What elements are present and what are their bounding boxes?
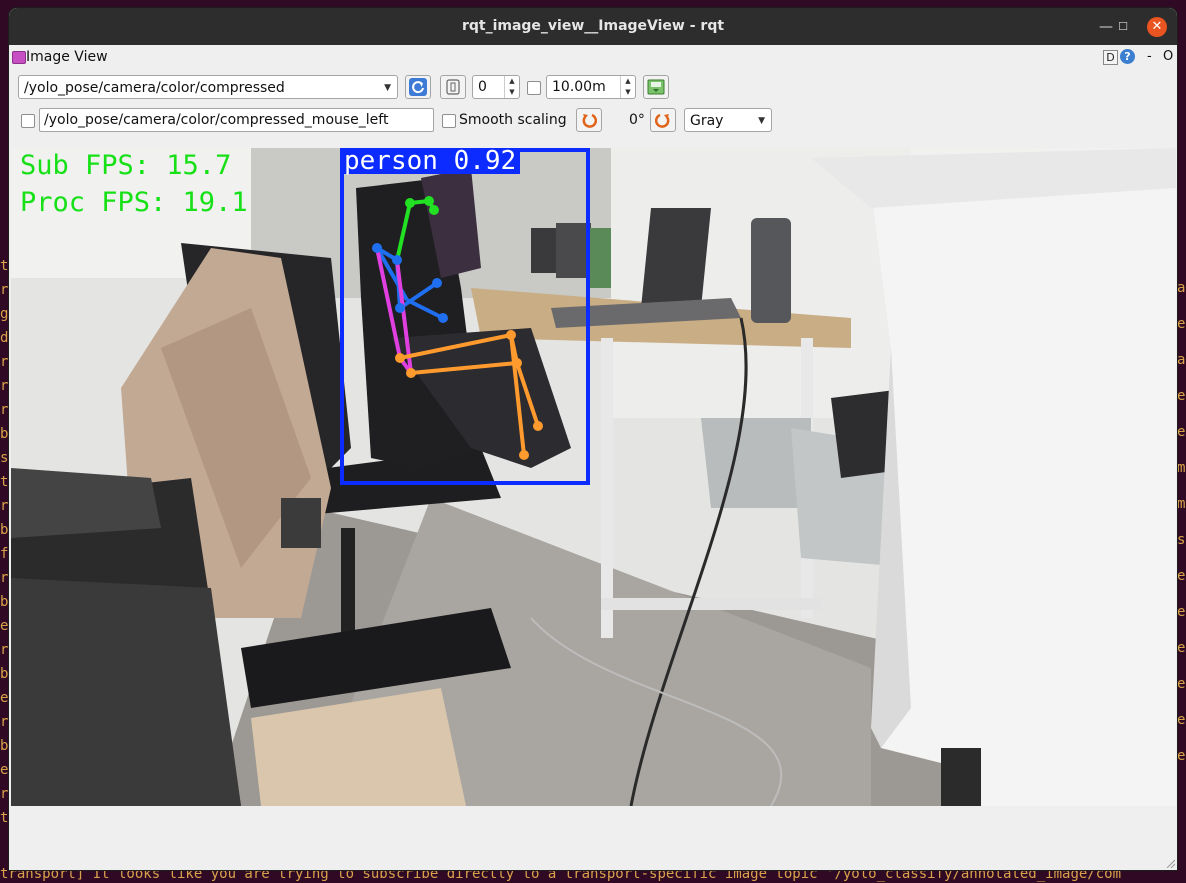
- rotate-left-icon: [582, 113, 597, 128]
- skeleton-leg-line: [410, 361, 518, 375]
- refresh-icon: [409, 78, 427, 96]
- terminal-text-fragment: e: [0, 762, 9, 778]
- spin-input-value: 0: [478, 79, 487, 95]
- mouse-topic-field[interactable]: /yolo_pose/camera/color/compressed_mouse…: [39, 108, 434, 132]
- camera-image[interactable]: Sub FPS: 15.7 Proc FPS: 19.1 person 0.92: [11, 148, 1176, 806]
- terminal-text-fragment: e: [1177, 424, 1186, 440]
- smooth-scaling-checkbox[interactable]: [442, 114, 456, 128]
- image-view-icon: [12, 51, 26, 64]
- dock-minimize-button[interactable]: -: [1147, 49, 1152, 64]
- title-bar[interactable]: rqt_image_view__ImageView - rqt — ☐ ✕: [9, 8, 1177, 45]
- keypoint-elbow: [395, 303, 405, 313]
- rate-input-value: 10.00m: [552, 79, 606, 95]
- keypoint-hip: [395, 353, 405, 363]
- skeleton-leg-line: [509, 334, 526, 456]
- dock-close-button[interactable]: O: [1163, 49, 1173, 64]
- keypoint-ankle: [533, 421, 543, 431]
- rotate-left-button[interactable]: [576, 108, 602, 132]
- terminal-text-fragment: t: [0, 258, 9, 274]
- window-title: rqt_image_view__ImageView - rqt: [461, 18, 725, 34]
- rotation-angle: 0°: [629, 112, 645, 128]
- topic-select-value: /yolo_pose/camera/color/compressed: [24, 80, 285, 96]
- rotate-right-button[interactable]: [650, 108, 676, 132]
- close-button[interactable]: ✕: [1147, 17, 1167, 37]
- zoom-fit-button[interactable]: [440, 75, 466, 99]
- keypoint-ankle: [519, 450, 529, 460]
- keypoint-ear: [429, 205, 439, 215]
- fit-icon: [446, 79, 460, 95]
- dock-d-button[interactable]: D: [1103, 50, 1118, 65]
- pose-skeleton: [372, 196, 543, 460]
- skeleton-leg-line: [399, 333, 512, 360]
- colormap-value: Gray: [690, 113, 724, 129]
- smooth-scaling-label: Smooth scaling: [459, 112, 567, 128]
- terminal-text-fragment: e: [1177, 388, 1186, 404]
- terminal-text-fragment: g: [0, 306, 9, 322]
- terminal-text-fragment: e: [1177, 676, 1186, 692]
- keypoint-knee: [512, 358, 522, 368]
- refresh-button[interactable]: [405, 75, 431, 99]
- terminal-text-fragment: e: [1177, 316, 1186, 332]
- mouse-publish-checkbox[interactable]: [21, 114, 35, 128]
- dock-title: Image View: [26, 49, 108, 65]
- topic-select[interactable]: /yolo_pose/camera/color/compressed ▼: [18, 75, 398, 99]
- terminal-text-fragment: s: [1177, 532, 1186, 548]
- terminal-text-fragment: e: [1177, 640, 1186, 656]
- keypoint-shoulder: [392, 255, 402, 265]
- keypoint-wrist: [438, 313, 448, 323]
- rate-spin-arrows-icon[interactable]: ▲ ▼: [620, 76, 635, 98]
- help-button[interactable]: ?: [1120, 49, 1135, 64]
- keypoint-knee: [506, 330, 516, 340]
- skeleton-neck-line: [396, 202, 412, 257]
- dock-title-bar[interactable]: Image View D ? - O: [9, 45, 1177, 69]
- terminal-text-fragment: e: [1177, 568, 1186, 584]
- spin-arrows-icon[interactable]: ▲ ▼: [504, 76, 519, 98]
- rate-checkbox[interactable]: [527, 81, 541, 95]
- rate-input[interactable]: 10.00m ▲ ▼: [546, 75, 636, 99]
- maximize-button[interactable]: ☐: [1113, 17, 1133, 37]
- terminal-text-fragment: e: [0, 690, 9, 706]
- keypoint-hip: [406, 368, 416, 378]
- keypoint-nose: [405, 198, 415, 208]
- spin-input[interactable]: 0 ▲ ▼: [472, 75, 520, 99]
- chevron-down-icon: ▼: [384, 83, 391, 93]
- terminal-text-fragment: t: [0, 810, 9, 826]
- rqt-window: rqt_image_view__ImageView - rqt — ☐ ✕ Im…: [9, 8, 1177, 870]
- terminal-text-fragment: e: [1177, 712, 1186, 728]
- colormap-select[interactable]: Gray ▼: [684, 108, 772, 132]
- terminal-text-fragment: e: [1177, 748, 1186, 764]
- resize-grip-icon[interactable]: [1165, 858, 1175, 868]
- save-icon: [647, 79, 665, 95]
- keypoint-shoulder: [372, 243, 382, 253]
- keypoint-eye: [424, 196, 434, 206]
- keypoint-wrist: [432, 278, 442, 288]
- terminal-text-fragment: a: [1177, 280, 1186, 296]
- colormap-chevron-down-icon: ▼: [758, 116, 765, 126]
- save-button[interactable]: [643, 75, 669, 99]
- terminal-text-fragment: m: [1177, 460, 1186, 476]
- terminal-text-fragment: a: [1177, 352, 1186, 368]
- status-area: [9, 806, 1177, 870]
- skeleton-arm-line: [406, 298, 444, 320]
- terminal-text-fragment: m: [1177, 496, 1186, 512]
- terminal-text-fragment: e: [1177, 604, 1186, 620]
- terminal-text-fragment: e: [0, 618, 9, 634]
- rotate-right-icon: [655, 113, 670, 128]
